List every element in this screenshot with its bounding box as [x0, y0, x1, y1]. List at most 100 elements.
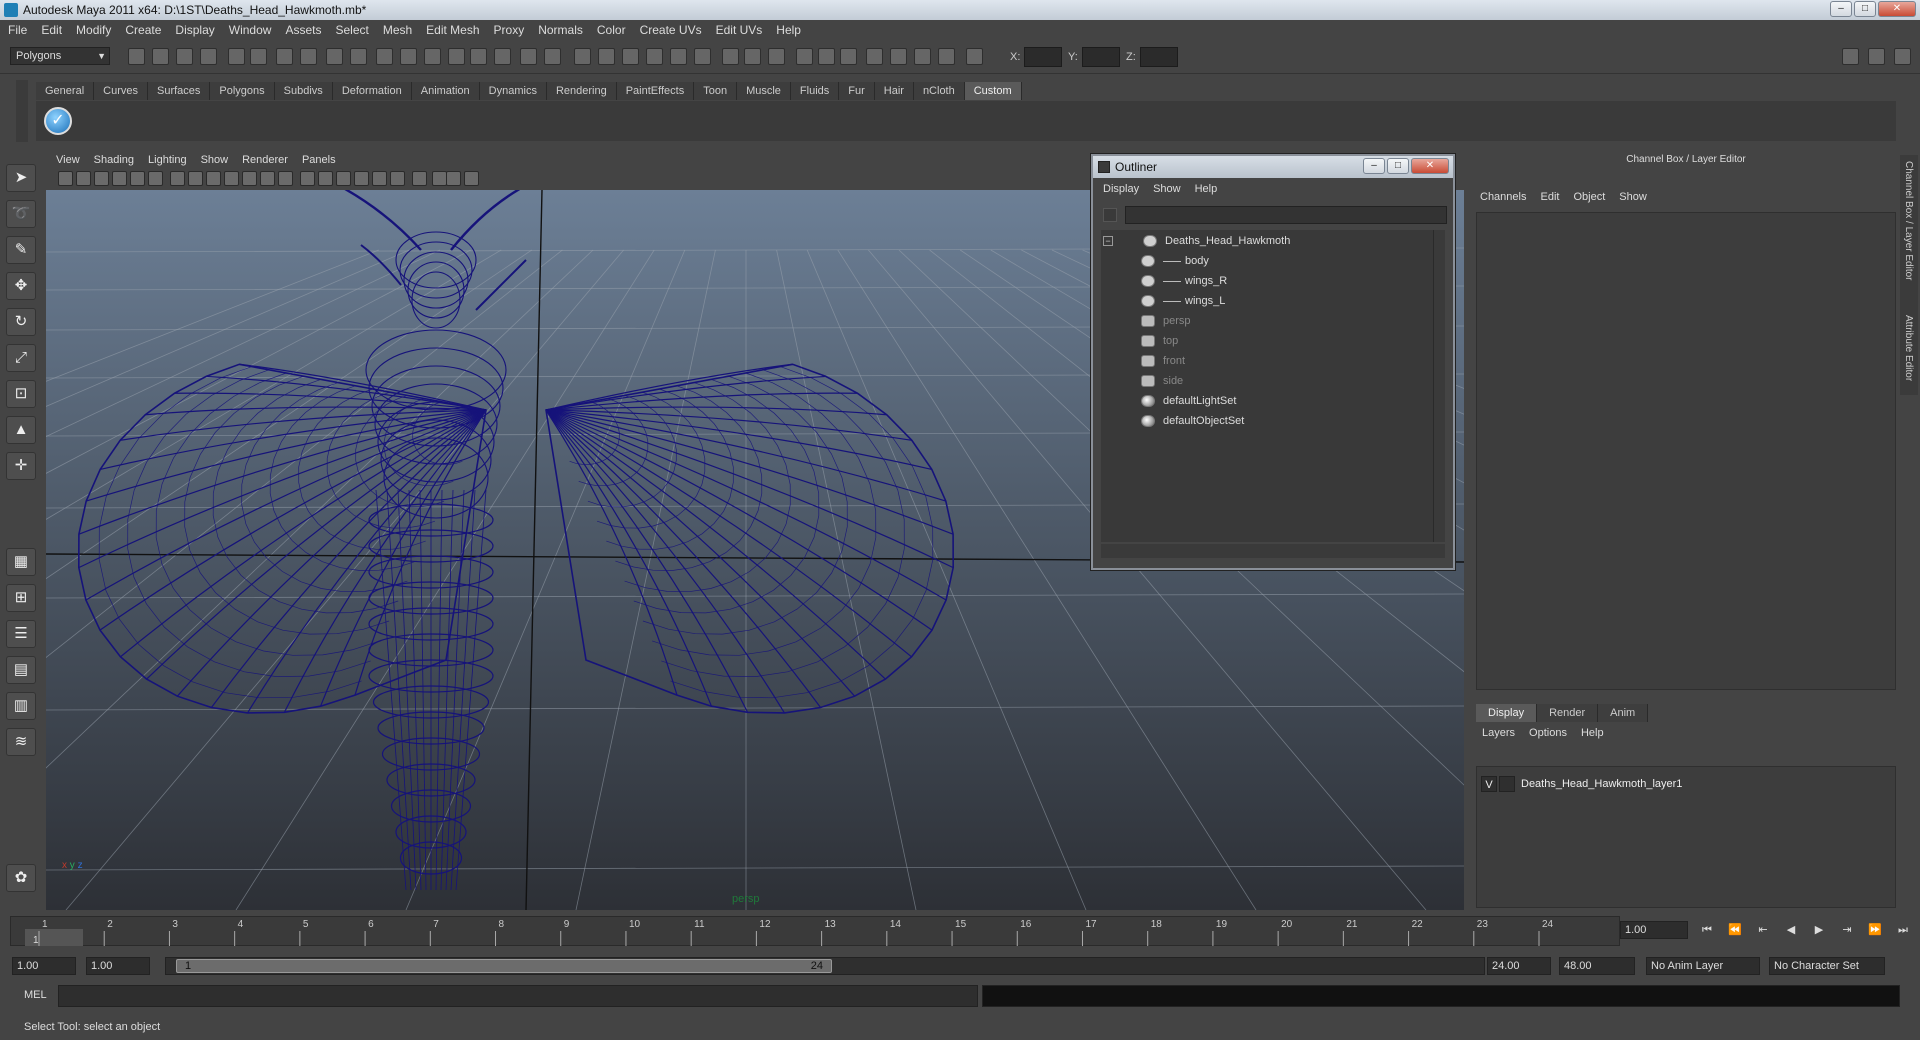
attribute-editor-side-tab[interactable]: Attribute Editor [1903, 315, 1914, 381]
playback-button-2[interactable]: ⇤ [1752, 920, 1774, 940]
viewport-tool-icon[interactable] [354, 171, 369, 186]
viewport-tool-icon[interactable] [76, 171, 91, 186]
menu-create-uvs[interactable]: Create UVs [640, 23, 702, 37]
outliner-layout-icon[interactable]: ☰ [6, 620, 36, 648]
channel-box-side-tab[interactable]: Channel Box / Layer Editor [1903, 161, 1914, 281]
statusline-tool-icon[interactable] [694, 48, 711, 65]
statusline-tool-icon[interactable] [796, 48, 813, 65]
attribute-editor-toggle-icon[interactable] [1868, 48, 1885, 65]
statusline-tool-icon[interactable] [914, 48, 931, 65]
viewport-tool-icon[interactable] [58, 171, 73, 186]
statusline-tool-icon[interactable] [470, 48, 487, 65]
outliner-menu-show[interactable]: Show [1153, 183, 1181, 195]
shelf-tab-muscle[interactable]: Muscle [737, 82, 791, 100]
statusline-tool-icon[interactable] [670, 48, 687, 65]
viewport-tool-icon[interactable] [170, 171, 185, 186]
outliner-item-defaultlightset[interactable]: defaultLightSet [1141, 392, 1236, 410]
viewport-tool-icon[interactable] [242, 171, 257, 186]
viewport-tool-icon[interactable] [112, 171, 127, 186]
statusline-tool-icon[interactable] [818, 48, 835, 65]
menu-proxy[interactable]: Proxy [494, 23, 525, 37]
statusline-tool-icon[interactable] [176, 48, 193, 65]
hypershade-layout-icon[interactable]: ▥ [6, 692, 36, 720]
statusline-tool-icon[interactable] [520, 48, 537, 65]
viewport-tool-icon[interactable] [206, 171, 221, 186]
menu-file[interactable]: File [8, 23, 27, 37]
paint-select-icon[interactable]: ✎ [6, 236, 36, 264]
outliner-item-wings-l[interactable]: wings_L [1141, 292, 1225, 310]
menu-normals[interactable]: Normals [538, 23, 583, 37]
viewport-tool-icon[interactable] [188, 171, 203, 186]
menu-color[interactable]: Color [597, 23, 626, 37]
menu-edit-uvs[interactable]: Edit UVs [716, 23, 763, 37]
viewport-tool-icon[interactable] [464, 171, 479, 186]
shelf-handle[interactable] [16, 80, 28, 142]
playback-button-3[interactable]: ◀ [1780, 920, 1802, 940]
outliner-close-button[interactable]: ✕ [1411, 158, 1449, 174]
layer-name[interactable]: Deaths_Head_Hawkmoth_layer1 [1521, 778, 1682, 790]
channel-box-menu-show[interactable]: Show [1619, 191, 1647, 209]
character-set-dropdown[interactable]: No Character Set [1769, 957, 1885, 975]
statusline-tool-icon[interactable] [128, 48, 145, 65]
time-slider[interactable]: 1 2 3 4 5 6 7 8 9 10 11 12 13 14 15 16 17 18 19 20 21 22 23 24 1 [10, 916, 1620, 946]
current-frame-input[interactable]: 1.00 [1620, 921, 1688, 939]
viewport-menu-view[interactable]: View [56, 154, 80, 166]
rotate-tool-icon[interactable]: ↻ [6, 308, 36, 336]
maximize-button[interactable]: □ [1854, 1, 1876, 17]
menu-display[interactable]: Display [175, 23, 214, 37]
collapse-toggle-icon[interactable]: − [1103, 236, 1113, 246]
statusline-tool-icon[interactable] [350, 48, 367, 65]
menu-modify[interactable]: Modify [76, 23, 111, 37]
menu-create[interactable]: Create [125, 23, 161, 37]
viewport-menu-shading[interactable]: Shading [94, 154, 134, 166]
z-input[interactable] [1140, 47, 1178, 67]
viewport-tool-icon[interactable] [224, 171, 239, 186]
four-view-layout-icon[interactable]: ⊞ [6, 584, 36, 612]
layer-menu-help[interactable]: Help [1581, 727, 1604, 739]
outliner-item-side[interactable]: side [1141, 372, 1183, 390]
statusline-tool-icon[interactable] [544, 48, 561, 65]
close-button[interactable]: ✕ [1878, 1, 1916, 17]
statusline-tool-icon[interactable] [622, 48, 639, 65]
statusline-tool-icon[interactable] [574, 48, 591, 65]
statusline-tool-icon[interactable] [722, 48, 739, 65]
statusline-tool-icon[interactable] [376, 48, 393, 65]
checkmark-shelf-icon[interactable]: ✓ [44, 107, 72, 135]
x-input[interactable] [1024, 47, 1062, 67]
channel-box-menu-edit[interactable]: Edit [1540, 191, 1559, 209]
shelf-tab-rendering[interactable]: Rendering [546, 82, 617, 100]
statusline-tool-icon[interactable] [228, 48, 245, 65]
outliner-menu-display[interactable]: Display [1103, 183, 1139, 195]
outliner-search-input[interactable] [1125, 206, 1447, 224]
outliner-item-wings-r[interactable]: wings_R [1141, 272, 1227, 290]
viewport-tool-icon[interactable] [94, 171, 109, 186]
playback-button-4[interactable]: ▶ [1808, 920, 1830, 940]
last-tool-icon[interactable]: ✛ [6, 452, 36, 480]
lasso-tool-icon[interactable]: ➰ [6, 200, 36, 228]
viewport-menu-show[interactable]: Show [201, 154, 229, 166]
shelf-tab-toon[interactable]: Toon [694, 82, 738, 100]
viewport-tool-icon[interactable] [130, 171, 145, 186]
statusline-tool-icon[interactable] [866, 48, 883, 65]
channel-box-toggle-icon[interactable] [1842, 48, 1859, 65]
manipulator-icon[interactable]: ⊡ [6, 380, 36, 408]
viewport-tool-icon[interactable] [432, 171, 447, 186]
menu-assets[interactable]: Assets [285, 23, 321, 37]
playback-start-input[interactable]: 1.00 [86, 957, 150, 975]
menu-edit[interactable]: Edit [41, 23, 62, 37]
statusline-tool-icon[interactable] [494, 48, 511, 65]
statusline-tool-icon[interactable] [840, 48, 857, 65]
shelf-tab-fur[interactable]: Fur [839, 82, 875, 100]
viewport-tool-icon[interactable] [412, 171, 427, 186]
menu-window[interactable]: Window [229, 23, 272, 37]
shelf-tab-hair[interactable]: Hair [874, 82, 914, 100]
tool-settings-toggle-icon[interactable] [1894, 48, 1911, 65]
shelf-tab-deformation[interactable]: Deformation [332, 82, 412, 100]
shelf-tab-polygons[interactable]: Polygons [210, 82, 275, 100]
viewport-tool-icon[interactable] [390, 171, 405, 186]
shelf-tab-general[interactable]: General [36, 82, 95, 100]
minimize-button[interactable]: – [1830, 1, 1852, 17]
menu-select[interactable]: Select [335, 23, 368, 37]
moth-wireframe[interactable] [77, 190, 955, 891]
command-input[interactable] [58, 985, 978, 1007]
